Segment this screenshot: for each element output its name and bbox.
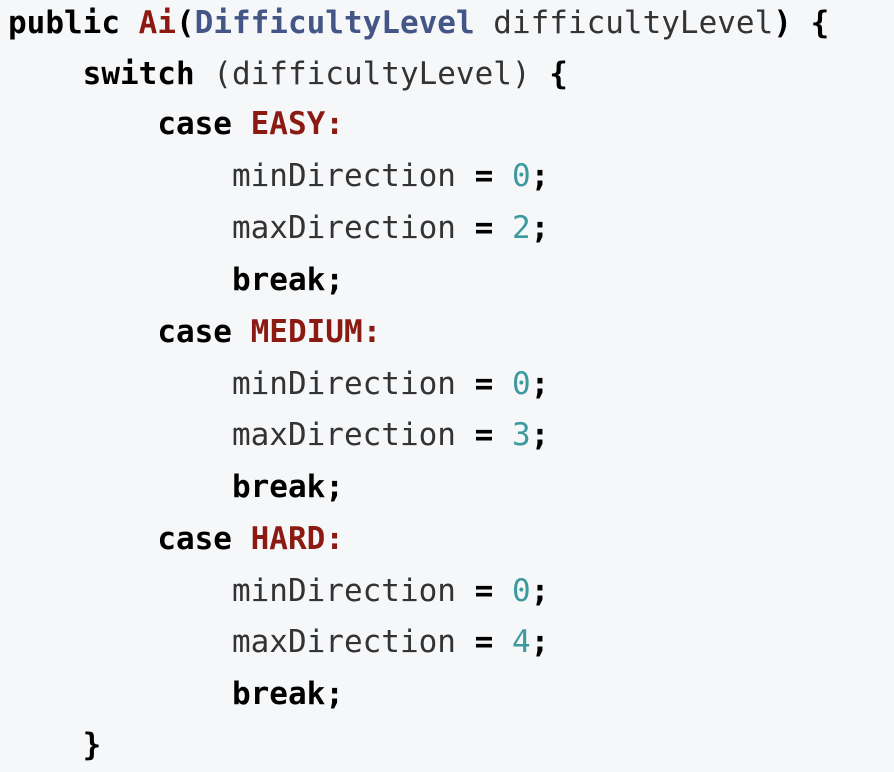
semicolon: ; xyxy=(530,366,550,402)
code-line-assignment: minDirection = 0; xyxy=(8,565,549,617)
code-line-break: break; xyxy=(8,668,344,720)
param-type: DifficultyLevel xyxy=(194,5,475,41)
code-line-close-brace: } xyxy=(8,719,102,771)
code-line-case-easy: case EASY: xyxy=(8,98,344,150)
keyword-case: case xyxy=(157,106,232,142)
keyword-case: case xyxy=(157,314,232,350)
variable-name: minDirection xyxy=(231,158,475,194)
case-label: HARD: xyxy=(231,521,344,557)
assign-operator: = xyxy=(474,366,494,402)
variable-name: maxDirection xyxy=(231,624,475,660)
method-name: Ai xyxy=(138,5,176,41)
code-line-case-medium: case MEDIUM: xyxy=(8,306,381,358)
variable-name: maxDirection xyxy=(231,417,475,453)
code-line-switch: switch (difficultyLevel) { xyxy=(8,48,568,100)
number-literal: 3 xyxy=(511,417,531,453)
case-label: MEDIUM: xyxy=(231,314,382,350)
number-literal: 4 xyxy=(511,624,531,660)
close-paren-brace: ) { xyxy=(773,5,830,41)
variable-name: minDirection xyxy=(231,366,475,402)
semicolon: ; xyxy=(325,469,344,505)
open-paren: ( xyxy=(175,5,195,41)
keyword-case: case xyxy=(157,521,232,557)
semicolon: ; xyxy=(530,573,550,609)
code-line-break: break; xyxy=(8,254,344,306)
variable-name: minDirection xyxy=(231,573,475,609)
code-line-assignment: minDirection = 0; xyxy=(8,358,549,410)
case-label: EASY: xyxy=(231,106,344,142)
semicolon: ; xyxy=(325,262,344,298)
semicolon: ; xyxy=(530,210,550,246)
number-literal: 0 xyxy=(511,366,531,402)
keyword-switch: switch xyxy=(82,56,195,92)
number-literal: 2 xyxy=(511,210,531,246)
assign-operator: = xyxy=(474,210,494,246)
keyword-break: break xyxy=(231,262,326,298)
assign-operator: = xyxy=(474,573,494,609)
code-line-break: break; xyxy=(8,461,344,513)
semicolon: ; xyxy=(530,624,550,660)
keyword-break: break xyxy=(231,469,326,505)
open-brace: { xyxy=(530,56,568,92)
semicolon: ; xyxy=(530,417,550,453)
code-line-assignment: maxDirection = 4; xyxy=(8,616,549,668)
param-name: difficultyLevel xyxy=(474,5,774,41)
number-literal: 0 xyxy=(511,158,531,194)
close-brace: } xyxy=(82,727,102,763)
code-line-assignment: maxDirection = 2; xyxy=(8,202,549,254)
semicolon: ; xyxy=(325,676,344,712)
keyword-break: break xyxy=(231,676,326,712)
keyword-public: public xyxy=(8,5,120,41)
code-line-assignment: minDirection = 0; xyxy=(8,150,549,202)
switch-expression: (difficultyLevel) xyxy=(194,56,531,92)
semicolon: ; xyxy=(530,158,550,194)
number-literal: 0 xyxy=(511,573,531,609)
code-line-case-hard: case HARD: xyxy=(8,513,344,565)
code-line-constructor: public Ai(DifficultyLevel difficultyLeve… xyxy=(8,0,829,49)
assign-operator: = xyxy=(474,158,494,194)
assign-operator: = xyxy=(474,417,494,453)
variable-name: maxDirection xyxy=(231,210,475,246)
assign-operator: = xyxy=(474,624,494,660)
code-block: public Ai(DifficultyLevel difficultyLeve… xyxy=(0,0,894,772)
code-line-assignment: maxDirection = 3; xyxy=(8,409,549,461)
